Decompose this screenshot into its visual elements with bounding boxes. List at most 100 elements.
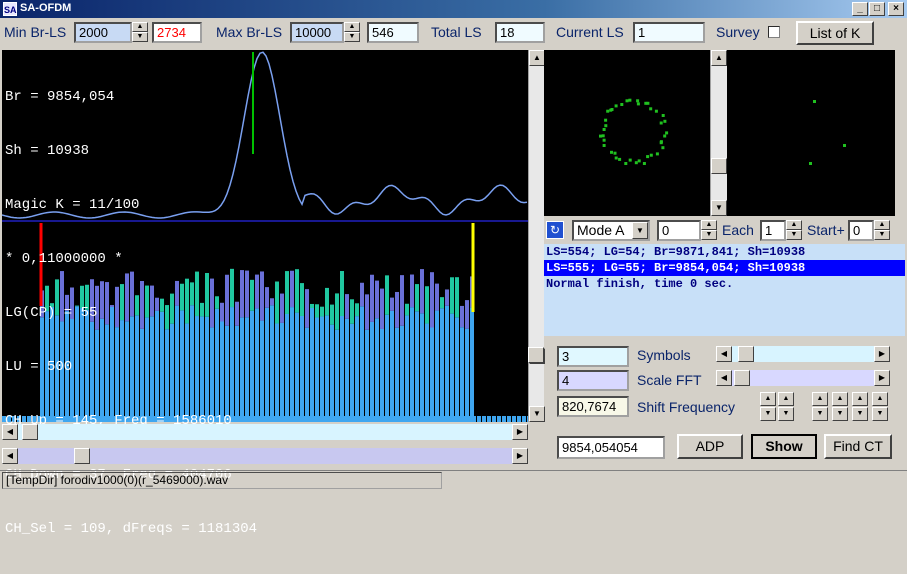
spin-up-icon[interactable]: ▲ [832,392,848,406]
constellation-point [613,151,617,155]
scale-fft-slider[interactable]: ◀ ▶ [716,370,890,386]
fft-bar [380,328,384,422]
max-br-ls-label: Max Br-LS [216,24,283,40]
min-br-ls-spin[interactable]: ▲ ▼ [132,22,148,42]
spin-down-icon[interactable]: ▼ [701,230,717,240]
spin-down-icon[interactable]: ▼ [778,407,794,421]
survey-checkbox[interactable] [768,26,780,38]
scroll-left-icon[interactable]: ◀ [2,448,18,464]
constellation-point [610,108,614,111]
fft-bar [350,323,354,422]
spin-down-icon[interactable]: ▼ [344,32,360,42]
hscroll-2[interactable]: ◀ ▶ [2,448,528,464]
slider-thumb[interactable] [734,370,750,386]
start-spin[interactable]: ▲ ▼ [874,220,890,240]
constellation-point [601,134,605,138]
spin-up-icon[interactable]: ▲ [760,392,776,406]
scroll-right-icon[interactable]: ▶ [874,370,890,386]
symbols-input[interactable]: 3 [557,346,629,367]
spin-down-icon[interactable]: ▼ [874,230,890,240]
spin-up-icon[interactable]: ▲ [872,392,888,406]
fft-bar-cap [350,299,354,324]
spin-down-icon[interactable]: ▼ [760,407,776,421]
list-of-k-button[interactable]: List of K [796,21,874,45]
min-br-ls-label: Min Br-LS [4,24,67,40]
hscroll-1[interactable]: ◀ ▶ [2,424,528,440]
spin-up-icon[interactable]: ▲ [786,220,802,230]
spin-down-icon[interactable]: ▼ [132,32,148,42]
spin-down-icon[interactable]: ▼ [852,407,868,421]
maximize-button[interactable]: □ [869,2,885,16]
shift-spin-group-1[interactable]: ▲ ▲ ▼ ▼ [760,392,798,422]
max-br-ls-input[interactable]: 10000 [290,22,344,43]
min-br-ls-input[interactable]: 2000 [74,22,132,43]
small-scroll-icon[interactable] [528,347,544,363]
log-row[interactable]: LS=554; LG=54; Br=9871,841; Sh=10938 [544,244,905,260]
constellation-point [614,156,618,160]
log-row[interactable]: Normal finish, time 0 sec. [544,276,905,292]
fft-bar [355,316,359,422]
start-input[interactable]: 0 [848,220,874,241]
scroll-up-icon[interactable]: ▲ [711,50,727,66]
adp-button[interactable]: ADP [677,434,743,459]
log-row-selected[interactable]: LS=555; LG=55; Br=9854,054; Sh=10938 [544,260,905,276]
constellation-point [654,109,658,113]
fft-bar-cap [450,277,454,314]
scale-fft-input[interactable]: 4 [557,370,629,391]
fft-bar-base [482,416,486,422]
constellation-vscroll[interactable]: ▲ ▼ [710,50,727,216]
mode-spin[interactable]: ▲ ▼ [701,220,717,240]
spin-down-icon[interactable]: ▼ [812,407,828,421]
spin-up-icon[interactable]: ▲ [812,392,828,406]
scroll-thumb[interactable] [711,158,727,174]
scroll-down-icon[interactable]: ▼ [711,200,727,216]
slider-thumb[interactable] [738,346,754,362]
spin-down-icon[interactable]: ▼ [872,407,888,421]
max-br-ls-spin[interactable]: ▲ ▼ [344,22,360,42]
scroll-down-icon[interactable]: ▼ [529,406,545,422]
spectrum-vscroll[interactable]: ▲ ▼ [528,50,545,422]
fft-bar-cap [285,271,289,314]
scroll-up-icon[interactable]: ▲ [529,50,545,66]
refresh-icon[interactable]: ↻ [546,221,564,239]
constellation-point [636,99,640,103]
spin-up-icon[interactable]: ▲ [132,22,148,32]
status-bar: [TempDir] forodiv1000(0)(r_5469000).wav [0,470,907,490]
scroll-left-icon[interactable]: ◀ [716,346,732,362]
fft-bar-cap [345,294,349,319]
close-button[interactable]: × [888,2,904,16]
show-button[interactable]: Show [751,434,817,459]
mode-spin-input[interactable]: 0 [657,220,701,241]
symbols-slider[interactable]: ◀ ▶ [716,346,890,362]
each-input[interactable]: 1 [760,220,786,241]
fft-bar [425,323,429,422]
fft-bar-base [507,416,511,422]
scroll-right-icon[interactable]: ▶ [512,424,528,440]
shift-frequency-input[interactable]: 820,7674 [557,396,629,417]
spin-up-icon[interactable]: ▲ [778,392,794,406]
constellation-point [663,119,667,123]
constellation-point [628,158,632,162]
mode-select[interactable]: Mode A ▼ [572,220,650,241]
scroll-right-icon[interactable]: ▶ [512,448,528,464]
log-list[interactable]: LS=554; LG=54; Br=9871,841; Sh=10938 LS=… [544,244,905,336]
scroll-right-icon[interactable]: ▶ [874,346,890,362]
spin-down-icon[interactable]: ▼ [832,407,848,421]
minimize-button[interactable]: _ [852,2,868,16]
spin-up-icon[interactable]: ▲ [874,220,890,230]
scroll-thumb[interactable] [22,424,38,440]
fft-bar-cap [385,275,389,315]
each-spin[interactable]: ▲ ▼ [786,220,802,240]
fft-bar-cap [390,297,394,311]
chevron-down-icon[interactable]: ▼ [632,222,648,239]
spin-up-icon[interactable]: ▲ [852,392,868,406]
spin-up-icon[interactable]: ▲ [701,220,717,230]
scroll-left-icon[interactable]: ◀ [2,424,18,440]
shift-spin-group-2[interactable]: ▲ ▲ ▲ ▲ ▼ ▼ ▼ ▼ [812,392,892,422]
scroll-left-icon[interactable]: ◀ [716,370,732,386]
find-ct-button[interactable]: Find CT [824,434,892,459]
scroll-thumb[interactable] [74,448,90,464]
fft-bar-base [477,416,481,422]
spin-down-icon[interactable]: ▼ [786,230,802,240]
spin-up-icon[interactable]: ▲ [344,22,360,32]
